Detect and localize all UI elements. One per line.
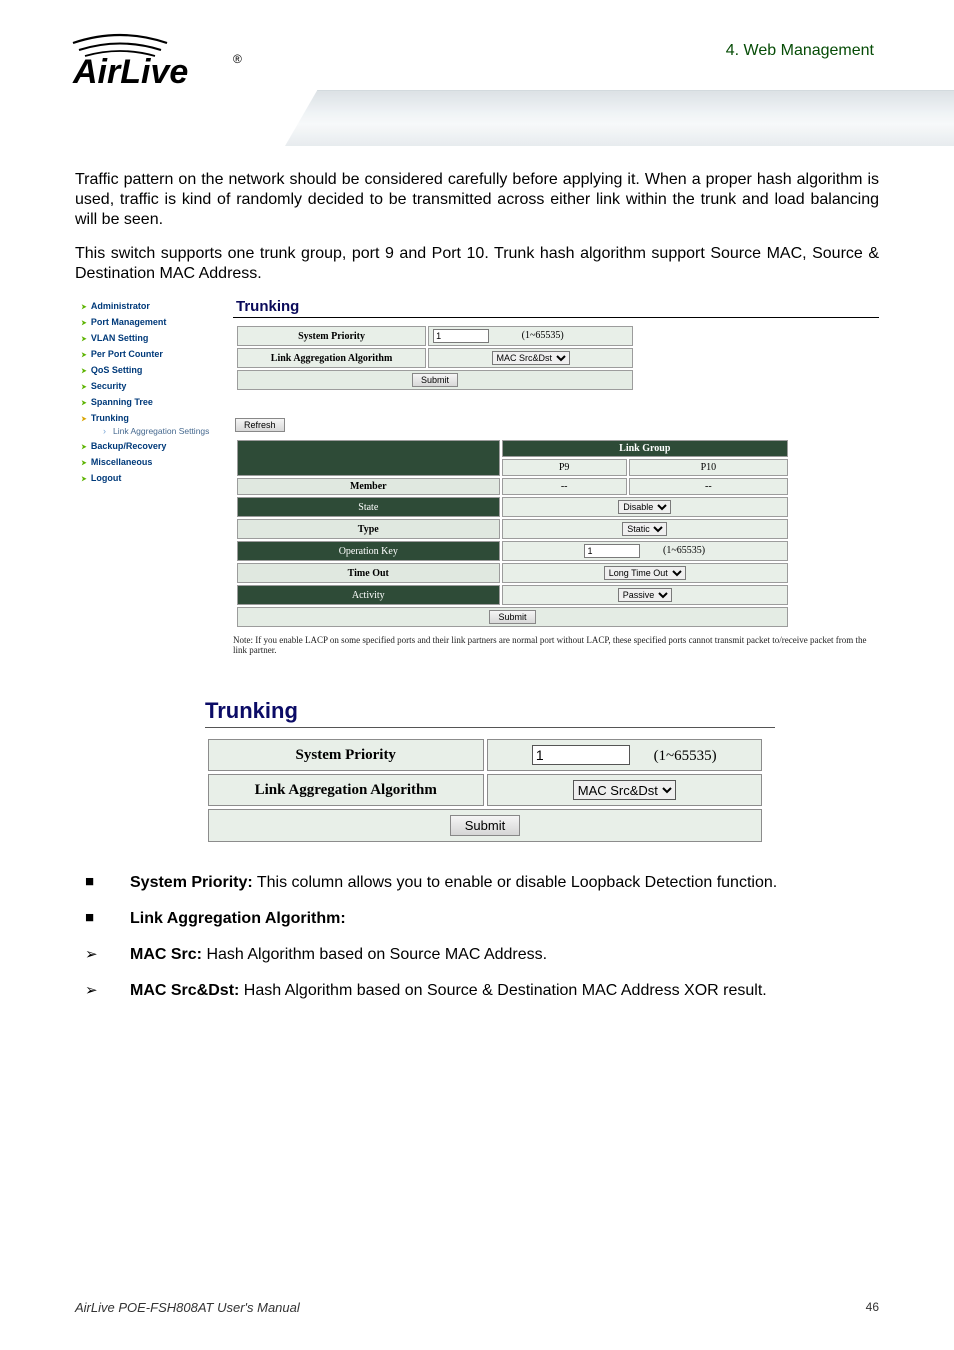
footer-page-number: 46: [866, 1300, 879, 1315]
select-link-agg-algorithm[interactable]: MAC Src&Dst: [492, 351, 570, 365]
label-system-priority: System Priority: [237, 326, 426, 346]
system-priority-table: System Priority (1~65535) Link Aggregati…: [235, 324, 635, 392]
row-type: Type: [237, 519, 500, 539]
select-time-out[interactable]: Long Time Out: [604, 566, 686, 580]
lacp-note: Note: If you enable LACP on some specifi…: [233, 635, 879, 656]
hdr-p9: P9: [502, 459, 627, 476]
svg-text:AirLive: AirLive: [72, 53, 188, 91]
detail-select-link-agg[interactable]: MAC Src&Dst: [573, 780, 676, 800]
detail-title: Trunking: [205, 698, 775, 724]
hdr-p10: P10: [629, 459, 788, 476]
nav-security[interactable]: Security: [75, 378, 227, 394]
bullet-icon: ■: [75, 909, 130, 929]
label-link-agg-algorithm: Link Aggregation Algorithm: [237, 348, 426, 368]
footer-manual-title: AirLive POE-FSH808AT User's Manual: [75, 1300, 866, 1315]
hdr-link-group: Link Group: [502, 440, 788, 457]
row-member: Member: [237, 478, 500, 495]
detail-range-system-priority: (1~65535): [654, 748, 717, 764]
row-operation-key: Operation Key: [237, 541, 500, 561]
select-activity[interactable]: Passive: [618, 588, 672, 602]
nav-qos-setting[interactable]: QoS Setting: [75, 362, 227, 378]
nav-logout[interactable]: Logout: [75, 470, 227, 486]
nav-port-management[interactable]: Port Management: [75, 314, 227, 330]
submit-button-grid[interactable]: Submit: [489, 610, 535, 624]
link-group-table: Link Group P9 P10 Member -- -- State Dis…: [235, 438, 790, 629]
detail-label-link-agg: Link Aggregation Algorithm: [208, 774, 484, 806]
detail-submit-button[interactable]: Submit: [450, 815, 520, 836]
input-system-priority[interactable]: [433, 329, 489, 343]
cell-p9-member: --: [502, 478, 627, 495]
submit-button-top[interactable]: Submit: [412, 373, 458, 387]
body-para-2: This switch supports one trunk group, po…: [75, 244, 879, 284]
input-operation-key[interactable]: [584, 544, 640, 558]
bullet-mac-src-text: Hash Algorithm based on Source MAC Addre…: [202, 946, 547, 963]
arrow-icon: ➢: [75, 945, 130, 965]
nav-administrator[interactable]: Administrator: [75, 298, 227, 314]
nav-per-port-counter[interactable]: Per Port Counter: [75, 346, 227, 362]
embedded-screenshot: Administrator Port Management VLAN Setti…: [75, 298, 879, 638]
bullet-system-priority-label: System Priority:: [130, 874, 253, 891]
nav-vlan-setting[interactable]: VLAN Setting: [75, 330, 227, 346]
panel-title: Trunking: [233, 298, 879, 315]
nav-backup-recovery[interactable]: Backup/Recovery: [75, 438, 227, 454]
arrow-icon: ➢: [75, 981, 130, 1001]
sidebar-nav: Administrator Port Management VLAN Setti…: [75, 298, 227, 486]
nav-trunking[interactable]: Trunking: [75, 410, 227, 426]
range-system-priority: (1~65535): [522, 330, 564, 341]
nav-sub-link-aggregation[interactable]: Link Aggregation Settings: [75, 426, 227, 438]
bullet-link-agg-label: Link Aggregation Algorithm:: [130, 910, 346, 927]
row-activity: Activity: [237, 585, 500, 605]
select-state[interactable]: Disable: [618, 500, 671, 514]
detail-label-system-priority: System Priority: [208, 739, 484, 771]
detail-table: System Priority (1~65535) Link Aggregati…: [205, 736, 765, 845]
header-banner: [285, 90, 954, 146]
row-time-out: Time Out: [237, 563, 500, 583]
body-para-1: Traffic pattern on the network should be…: [75, 170, 879, 230]
chapter-label: 4. Web Management: [726, 42, 874, 60]
row-state: State: [237, 497, 500, 517]
bullet-icon: ■: [75, 873, 130, 893]
bullet-mac-srcdst-label: MAC Src&Dst:: [130, 982, 239, 999]
nav-miscellaneous[interactable]: Miscellaneous: [75, 454, 227, 470]
svg-text:®: ®: [233, 52, 242, 66]
cell-p10-member: --: [629, 478, 788, 495]
bullet-system-priority-text: This column allows you to enable or disa…: [253, 874, 777, 891]
refresh-button[interactable]: Refresh: [235, 418, 285, 432]
range-operation-key: (1~65535): [663, 545, 705, 556]
bullet-mac-srcdst-text: Hash Algorithm based on Source & Destina…: [239, 982, 766, 999]
bullet-mac-src-label: MAC Src:: [130, 946, 202, 963]
logo: AirLive ®: [65, 25, 265, 100]
select-type[interactable]: Static: [622, 522, 667, 536]
detail-input-system-priority[interactable]: [532, 745, 630, 765]
nav-spanning-tree[interactable]: Spanning Tree: [75, 394, 227, 410]
